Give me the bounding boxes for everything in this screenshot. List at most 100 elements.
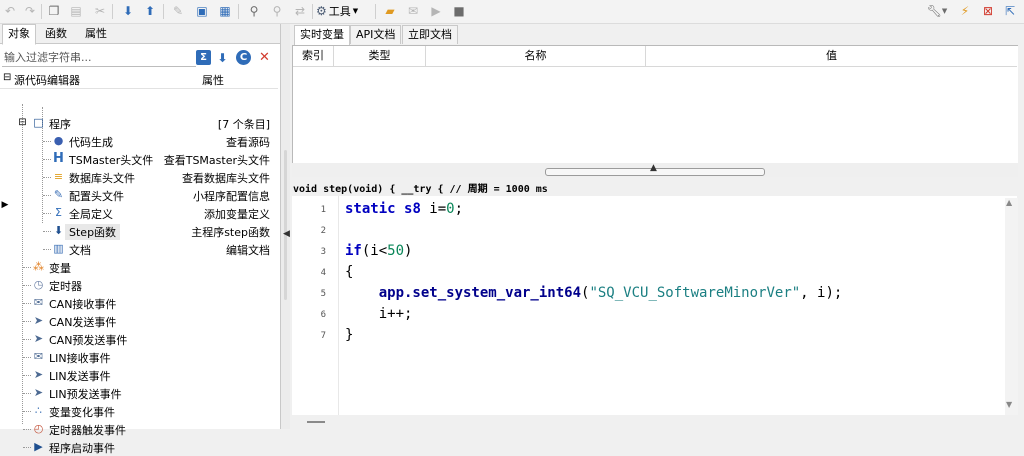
expand-toggle-icon[interactable]: ⊟ xyxy=(16,116,29,129)
code-line: } xyxy=(345,327,354,343)
toolbar-separator xyxy=(375,4,376,19)
tree-item[interactable]: ✉ LIN接收事件 xyxy=(0,348,278,366)
tree-item[interactable]: ⁂ 变量 xyxy=(0,258,278,276)
tree-item[interactable]: ▶ 程序启动事件 xyxy=(0,438,278,456)
cancel-icon[interactable]: ⊠ xyxy=(980,3,996,19)
tree-item-label: 配置头文件 xyxy=(69,190,124,203)
tree-item[interactable]: ✉ CAN接收事件 xyxy=(0,294,278,312)
editor-vertical-scrollbar[interactable] xyxy=(1005,198,1018,415)
flash-icon[interactable]: ⚡ xyxy=(957,3,973,19)
function-signature: void step(void) { __try { // 周期 = 1000 m… xyxy=(293,184,548,195)
column-header-name[interactable]: 名称 xyxy=(426,46,646,67)
tree-item[interactable]: ∴ 变量变化事件 xyxy=(0,402,278,420)
tree-item[interactable]: ≡ 数据库头文件 查看数据库头文件 xyxy=(0,168,278,186)
arrow-down-icon[interactable]: ⬇ xyxy=(215,50,230,65)
find-next-icon[interactable]: ⚲ xyxy=(269,3,285,19)
tree-item-label: CAN接收事件 xyxy=(49,298,117,311)
tree-item-property: 查看数据库头文件 xyxy=(182,172,270,185)
move-up-icon[interactable]: ⬆ xyxy=(142,3,158,19)
tree-item[interactable]: ⊟ □ 程序 [7 个条目] xyxy=(0,114,278,132)
save-all-icon[interactable]: ▦ xyxy=(217,3,233,19)
tree-item[interactable]: ◴ 定时器触发事件 xyxy=(0,420,278,438)
move-down-icon[interactable]: ⬇ xyxy=(120,3,136,19)
editor-status-dash xyxy=(307,421,325,423)
tree-item[interactable]: ◷ 定时器 xyxy=(0,276,278,294)
refresh-c-icon[interactable]: C xyxy=(236,50,251,65)
tree-collapse-icon[interactable]: ⊟ xyxy=(3,72,11,83)
car-send-icon: ➤ xyxy=(33,314,44,327)
tree-item[interactable]: H TSMaster头文件 查看TSMaster头文件 xyxy=(0,150,278,168)
tree-item[interactable]: ➤ CAN预发送事件 xyxy=(0,330,278,348)
tree-item[interactable]: ➤ LIN发送事件 xyxy=(0,366,278,384)
cut-icon[interactable]: ✂ xyxy=(92,3,108,19)
tree-item[interactable]: ▥ 文档 编辑文档 xyxy=(0,240,278,258)
clear-icon[interactable]: ✉ xyxy=(405,3,421,19)
tab-properties[interactable]: 属性 xyxy=(80,25,112,42)
scroll-down-icon[interactable]: ▼ xyxy=(1006,400,1012,409)
column-header-index[interactable]: 索引 xyxy=(293,46,334,67)
tree-item[interactable]: ➤ CAN发送事件 xyxy=(0,312,278,330)
line-number: 1 xyxy=(320,205,326,215)
save-icon[interactable]: ▣ xyxy=(194,3,210,19)
tree-line xyxy=(23,393,31,394)
splitter-grip[interactable] xyxy=(284,150,287,300)
sigma-icon[interactable]: Σ xyxy=(196,50,211,65)
filter-input[interactable] xyxy=(2,49,196,67)
export-icon[interactable]: ⇱ xyxy=(1002,3,1018,19)
editor-bottom-bar xyxy=(292,415,1024,429)
tree-item[interactable]: Σ 全局定义 添加变量定义 xyxy=(0,204,278,222)
tree-item[interactable]: ⬇ Step函数 主程序step函数 xyxy=(0,222,278,240)
column-header-type[interactable]: 类型 xyxy=(334,46,426,67)
redo-icon[interactable]: ↷ xyxy=(22,3,38,19)
edit-icon[interactable]: ✎ xyxy=(170,3,186,19)
tree-item-label: TSMaster头文件 xyxy=(69,154,154,167)
paste-icon[interactable]: ▤ xyxy=(68,3,84,19)
scroll-up-icon[interactable]: ▲ xyxy=(1006,198,1012,207)
collapse-up-icon[interactable]: ▲ xyxy=(650,163,657,173)
tree-line xyxy=(23,429,31,430)
run-icon[interactable]: ▶ xyxy=(428,3,444,19)
tree-item[interactable]: ● 代码生成 查看源码 xyxy=(0,132,278,150)
line-number-gutter: 1 2 3 4 5 6 7 xyxy=(292,196,339,415)
code-line: i++; xyxy=(345,306,413,322)
collapse-left-icon[interactable]: ◀ xyxy=(283,229,290,239)
tools-menu[interactable]: ⚙ 工具 ▼ xyxy=(316,3,358,19)
object-panel: 对象 函数 属性 Σ ⬇ C ✕ ⊟ 源代码编辑器 属性 ⊟ □ 程序 [7 个条目]… xyxy=(0,24,281,455)
program-icon: □ xyxy=(33,116,44,129)
tree-line xyxy=(43,159,51,160)
close-icon[interactable]: ✕ xyxy=(257,50,272,65)
line-number: 7 xyxy=(320,331,326,341)
tree-item[interactable]: ➤ LIN预发送事件 xyxy=(0,384,278,402)
tab-api-docs[interactable]: API文档 xyxy=(350,25,402,44)
wrench-icon[interactable]: 🔧︎ ▼ xyxy=(925,3,949,19)
code-line: { xyxy=(345,264,354,280)
chevron-down-icon: ▼ xyxy=(352,7,359,15)
tab-objects[interactable]: 对象 xyxy=(2,24,36,45)
tree-line xyxy=(43,195,51,196)
book-icon: ▥ xyxy=(53,242,64,255)
tab-instant-docs[interactable]: 立即文档 xyxy=(402,25,458,44)
copy-icon[interactable]: ❐ xyxy=(46,3,62,19)
code-line: static s8 i=0; xyxy=(345,201,464,217)
column-header-value[interactable]: 值 xyxy=(646,46,1017,67)
tree-item[interactable]: ✎ 配置头文件 小程序配置信息 xyxy=(0,186,278,204)
replace-icon[interactable]: ⇄ xyxy=(292,3,308,19)
car-send-icon: ➤ xyxy=(33,386,44,399)
tab-realtime-variables[interactable]: 实时变量 xyxy=(294,25,350,45)
tree-item-label: LIN发送事件 xyxy=(49,370,111,383)
tree-item-label: Step函数 xyxy=(65,224,121,240)
tree-line xyxy=(23,447,31,448)
undo-icon[interactable]: ↶ xyxy=(2,3,18,19)
envelope-icon: ✉ xyxy=(33,296,44,309)
code-line: if(i<50) xyxy=(345,243,413,259)
folder-open-icon[interactable]: ▰ xyxy=(382,3,398,19)
tree-item-label: LIN接收事件 xyxy=(49,352,111,365)
find-icon[interactable]: ⚲ xyxy=(246,3,262,19)
step-arrow-icon: ⬇ xyxy=(53,224,64,237)
tree-item-label: 定时器 xyxy=(49,280,82,293)
stop-icon[interactable]: ■ xyxy=(451,3,467,19)
tree-line xyxy=(43,177,51,178)
config-icon: ✎ xyxy=(53,188,64,201)
tree-item-property: [7 个条目] xyxy=(217,118,270,131)
tab-functions[interactable]: 函数 xyxy=(40,25,72,42)
